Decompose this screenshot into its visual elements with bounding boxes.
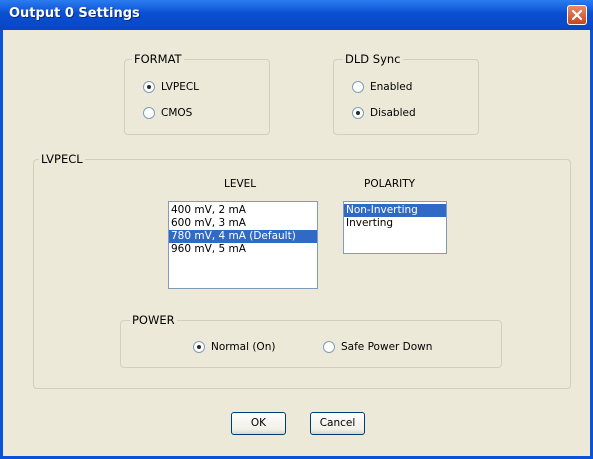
level-listbox[interactable]: 400 mV, 2 mA 600 mV, 3 mA 780 mV, 4 mA (…: [168, 201, 318, 289]
format-lvpecl-radio[interactable]: LVPECL: [143, 80, 199, 94]
window-title: Output 0 Settings: [9, 6, 140, 21]
radio-unchecked-icon: [143, 107, 155, 119]
dialog-body: FORMAT LVPECL CMOS DLD Sync Enabled Disa…: [3, 30, 590, 456]
dld-sync-disabled-label: Disabled: [370, 107, 416, 119]
dld-sync-enabled-radio[interactable]: Enabled: [352, 80, 412, 94]
cancel-button[interactable]: Cancel: [310, 412, 365, 435]
power-safe-down-radio[interactable]: Safe Power Down: [323, 340, 432, 354]
dld-sync-enabled-label: Enabled: [370, 81, 413, 93]
level-option-selected[interactable]: 780 mV, 4 mA (Default): [169, 230, 317, 243]
dld-sync-disabled-radio[interactable]: Disabled: [352, 106, 416, 120]
level-option[interactable]: 960 mV, 5 mA: [169, 243, 317, 256]
radio-unchecked-icon: [352, 81, 364, 93]
polarity-label: POLARITY: [364, 178, 416, 190]
radio-checked-icon: [193, 341, 205, 353]
radio-checked-icon: [352, 107, 364, 119]
polarity-option-selected[interactable]: Non-Inverting: [344, 204, 446, 217]
title-bar[interactable]: Output 0 Settings: [0, 0, 593, 30]
polarity-listbox[interactable]: Non-Inverting Inverting: [343, 201, 447, 254]
format-group: FORMAT LVPECL CMOS: [124, 52, 270, 135]
level-option[interactable]: 400 mV, 2 mA: [169, 204, 317, 217]
dld-sync-group: DLD Sync Enabled Disabled: [333, 52, 479, 135]
radio-checked-icon: [143, 81, 155, 93]
format-cmos-label: CMOS: [161, 107, 193, 119]
format-cmos-radio[interactable]: CMOS: [143, 106, 192, 120]
polarity-option[interactable]: Inverting: [344, 217, 446, 230]
power-safe-down-label: Safe Power Down: [341, 341, 433, 353]
dld-sync-legend: DLD Sync: [343, 52, 403, 66]
radio-unchecked-icon: [323, 341, 335, 353]
lvpecl-legend: LVPECL: [39, 152, 85, 166]
power-group: POWER Normal (On) Safe Power Down: [120, 313, 502, 368]
level-label: LEVEL: [224, 178, 257, 190]
power-legend: POWER: [130, 313, 177, 327]
power-normal-label: Normal (On): [211, 341, 276, 353]
format-legend: FORMAT: [132, 52, 184, 66]
format-lvpecl-label: LVPECL: [161, 81, 200, 93]
level-option[interactable]: 600 mV, 3 mA: [169, 217, 317, 230]
ok-button[interactable]: OK: [231, 412, 286, 435]
power-normal-radio[interactable]: Normal (On): [193, 340, 275, 354]
close-button[interactable]: [567, 5, 587, 25]
close-icon: [571, 9, 583, 21]
dialog-window: Output 0 Settings FORMAT LVPECL CMOS DLD…: [0, 0, 593, 459]
lvpecl-group: LVPECL LEVEL POLARITY 400 mV, 2 mA 600 m…: [33, 152, 571, 389]
